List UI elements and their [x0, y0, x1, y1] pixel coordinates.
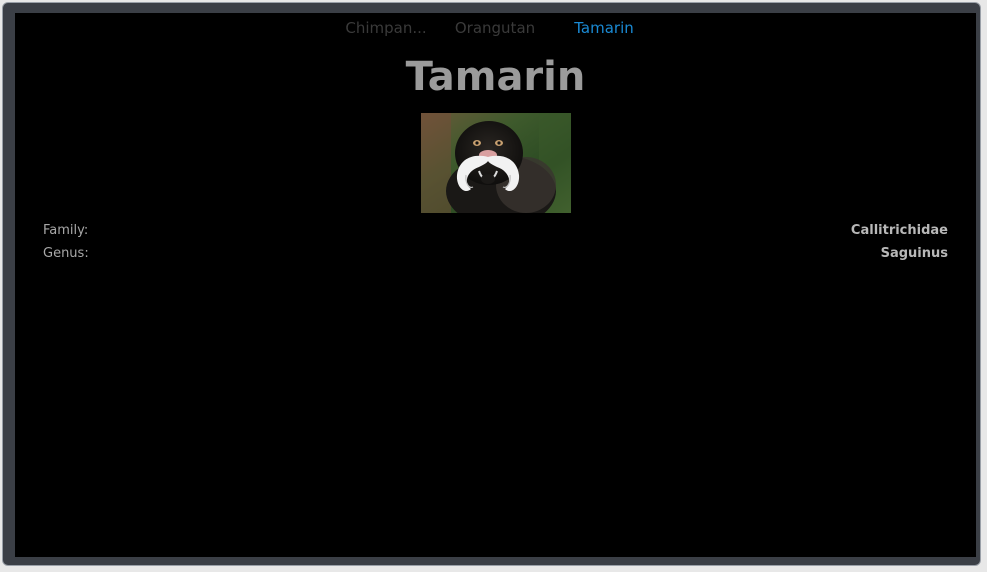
tamarin-photo	[421, 113, 571, 213]
family-label: Family:	[43, 223, 89, 238]
family-value: Callitrichidae	[850, 223, 948, 238]
content-area: Chimpan... Orangutan Tamarin Tamarin Fam…	[15, 13, 976, 557]
tab-orangutan[interactable]: Orangutan	[447, 17, 543, 41]
tab-chimpanzee[interactable]: Chimpan...	[338, 17, 434, 41]
page-title: Tamarin	[405, 54, 586, 100]
genus-label: Genus:	[43, 246, 89, 261]
app-window: Chimpan... Orangutan Tamarin Tamarin Fam…	[2, 2, 981, 566]
detail-row-family: Family: Callitrichidae	[43, 221, 948, 241]
detail-row-genus: Genus: Saguinus	[43, 244, 948, 264]
tamarin-photo-illustration	[421, 113, 571, 213]
pivot-tabs: Chimpan... Orangutan Tamarin	[15, 17, 976, 41]
genus-value: Saguinus	[880, 246, 948, 261]
tab-tamarin[interactable]: Tamarin	[556, 17, 652, 41]
